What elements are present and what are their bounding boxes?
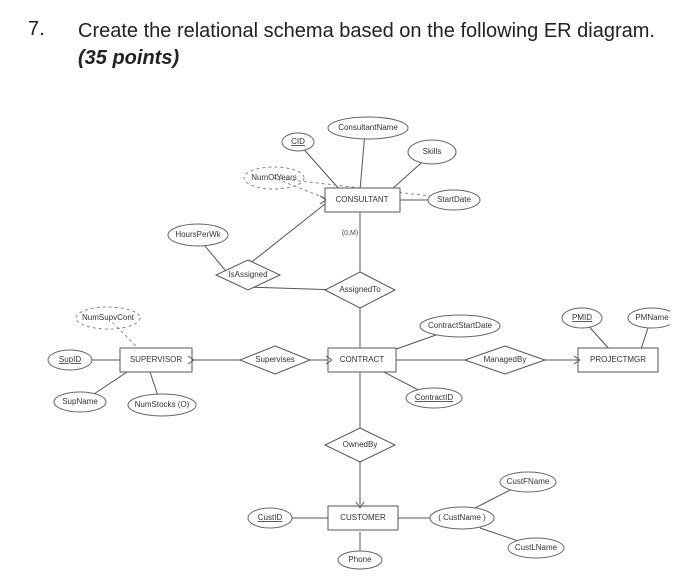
attr-numstocks: NumStocks (O) <box>128 394 196 416</box>
entity-projectmgr: PROJECTMGR <box>578 348 658 372</box>
question-text: Create the relational schema based on th… <box>78 18 670 72</box>
entity-contract: CONTRACT <box>328 348 396 372</box>
svg-text:CustFName: CustFName <box>507 477 550 486</box>
svg-text:PMName: PMName <box>635 313 669 322</box>
question-number: 7. <box>28 18 45 41</box>
attr-custid: CustID <box>248 508 292 528</box>
svg-text:CustLName: CustLName <box>515 543 558 552</box>
rel-managedby: ManagedBy <box>465 346 545 374</box>
rel-assignedto: AssignedTo <box>325 272 395 308</box>
svg-text:SupID: SupID <box>59 355 81 364</box>
svg-text:ContractID: ContractID <box>415 393 453 402</box>
svg-text:SupName: SupName <box>62 397 98 406</box>
svg-text:NumOfYears: NumOfYears <box>251 173 297 182</box>
question-points: (35 points) <box>78 47 179 69</box>
svg-text:CID: CID <box>291 137 305 146</box>
rel-supervises: Supervises <box>240 346 310 374</box>
attr-custlname: CustLName <box>508 538 564 558</box>
attr-supid: SupID <box>48 350 92 370</box>
er-diagram: (0,M) <box>30 100 670 570</box>
attr-custfname: CustFName <box>500 472 556 492</box>
attr-skills: Skills <box>408 140 456 164</box>
svg-text:AssignedTo: AssignedTo <box>339 285 381 294</box>
attr-numofyears: NumOfYears <box>244 167 304 189</box>
card-consultant-assignedto: (0,M) <box>342 230 358 237</box>
question-body: Create the relational schema based on th… <box>78 20 655 42</box>
svg-text:ConsultantName: ConsultantName <box>338 123 398 132</box>
attr-contractid: ContractID <box>406 388 462 408</box>
attr-consultantname: ConsultantName <box>328 117 408 139</box>
entity-consultant: CONSULTANT <box>325 188 400 212</box>
rel-ownedby: OwnedBy <box>325 428 395 462</box>
svg-text:NumSupvCont: NumSupvCont <box>82 313 135 322</box>
attr-contractstartdate: ContractStartDate <box>420 315 500 337</box>
svg-text:CONTRACT: CONTRACT <box>340 355 385 364</box>
attr-numsupvcont: NumSupvCont <box>76 307 140 329</box>
page-container: 7. Create the relational schema based on… <box>0 0 700 584</box>
svg-text:CustID: CustID <box>258 513 283 522</box>
svg-text:( CustName ): ( CustName ) <box>438 513 486 522</box>
entity-customer: CUSTOMER <box>328 506 398 530</box>
rel-isassigned: IsAssigned <box>216 260 280 290</box>
svg-text:OwnedBy: OwnedBy <box>343 440 378 449</box>
attr-cid: CID <box>282 133 314 151</box>
svg-text:ManagedBy: ManagedBy <box>484 355 527 364</box>
svg-text:PMID: PMID <box>572 313 592 322</box>
attr-hoursperwk: HoursPerWk <box>168 224 228 246</box>
entity-supervisor: SUPERVISOR <box>120 348 192 372</box>
attr-custname: ( CustName ) <box>430 507 494 529</box>
attr-phone: Phone <box>338 551 382 569</box>
attr-startdate: StartDate <box>428 190 480 210</box>
svg-text:NumStocks (O): NumStocks (O) <box>135 400 190 409</box>
svg-text:HoursPerWk: HoursPerWk <box>175 230 221 239</box>
svg-text:PROJECTMGR: PROJECTMGR <box>590 355 646 364</box>
svg-text:CUSTOMER: CUSTOMER <box>340 513 386 522</box>
svg-text:IsAssigned: IsAssigned <box>228 270 267 279</box>
attr-pmname: PMName <box>628 308 670 328</box>
svg-text:Skills: Skills <box>423 147 442 156</box>
svg-text:SUPERVISOR: SUPERVISOR <box>130 355 183 364</box>
attr-pmid: PMID <box>562 308 602 328</box>
attr-supname: SupName <box>54 392 106 412</box>
svg-text:StartDate: StartDate <box>437 195 471 204</box>
svg-text:CONSULTANT: CONSULTANT <box>335 195 388 204</box>
svg-text:Supervises: Supervises <box>255 355 295 364</box>
er-svg: (0,M) <box>30 100 670 570</box>
svg-text:Phone: Phone <box>348 555 372 564</box>
svg-text:ContractStartDate: ContractStartDate <box>428 321 493 330</box>
